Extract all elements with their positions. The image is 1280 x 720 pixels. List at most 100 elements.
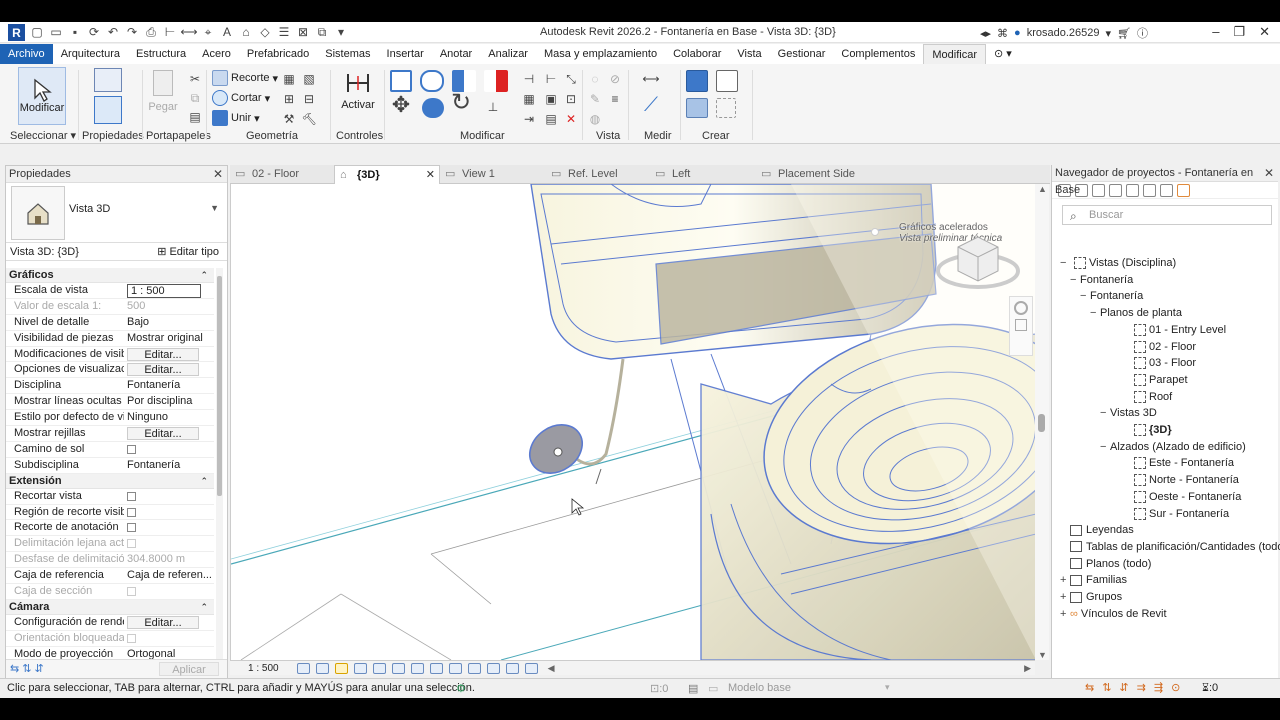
cut-geometry-button[interactable]: Cortar ▾ <box>212 90 270 106</box>
browser-node[interactable]: 01 - Entry Level <box>1124 322 1226 338</box>
property-value[interactable]: Fontanería <box>124 378 214 393</box>
sync-icon[interactable]: ⟳ <box>87 25 101 39</box>
view-tab[interactable]: ▭ 02 - Floor <box>230 165 334 184</box>
edit-button[interactable]: Editar... <box>127 347 199 361</box>
override-icon[interactable]: ⊘ <box>608 72 622 86</box>
split-face-icon[interactable]: ⊞ <box>282 92 296 106</box>
checkbox[interactable] <box>127 491 136 501</box>
worksets-icon[interactable]: ⚙ <box>456 682 466 695</box>
paint-icon[interactable]: ▧ <box>302 72 316 86</box>
demolish-icon[interactable]: ⚒ <box>282 112 296 126</box>
cut-icon[interactable]: ✂ <box>188 72 202 86</box>
create-assembly-icon[interactable] <box>686 70 708 92</box>
text-icon[interactable]: A <box>220 25 234 39</box>
property-value[interactable]: Editar... <box>124 426 214 441</box>
browser-node[interactable]: Tablas de planificación/Cantidades (todo… <box>1060 539 1280 555</box>
measure-icon[interactable]: ⊢ <box>163 25 177 39</box>
cope-button[interactable]: Recorte ▾ <box>212 70 278 86</box>
edit-type-button[interactable]: ⊞ Editar tipo <box>157 243 219 261</box>
browser-node[interactable]: 03 - Floor <box>1124 355 1196 371</box>
expand-icon[interactable]: + <box>1060 572 1070 588</box>
browser-search-input[interactable]: ⌕ Buscar <box>1062 205 1272 225</box>
collapse-icon[interactable]: ⌃ <box>200 474 208 489</box>
menu-tab-acero[interactable]: Acero <box>194 44 239 64</box>
menu-tab-masa-y-emplazamiento[interactable]: Masa y emplazamiento <box>536 44 665 64</box>
scale-icon[interactable]: ⤡ <box>564 72 578 86</box>
rotate-icon[interactable]: ↻ <box>451 91 471 115</box>
view-tab[interactable]: ▭ Left <box>650 165 756 184</box>
menu-tab-modificar[interactable]: Modificar <box>923 44 986 64</box>
wall-joins-icon[interactable]: ▦ <box>282 72 296 86</box>
chain-icon[interactable] <box>1177 183 1190 197</box>
3d-viewport[interactable]: Gráficos acelerados Vista preliminar téc… <box>230 184 1035 660</box>
menu-tab-estructura[interactable]: Estructura <box>128 44 194 64</box>
lock-icon[interactable]: ▤ <box>544 112 558 126</box>
section-icon[interactable]: ◇ <box>258 25 272 39</box>
browser-node[interactable]: {3D} <box>1124 422 1172 438</box>
property-value[interactable]: Ortogonal <box>124 647 214 660</box>
property-value[interactable] <box>124 489 214 504</box>
visual-style-icon[interactable] <box>315 662 329 674</box>
sheets-icon[interactable] <box>1092 183 1105 197</box>
properties-icon[interactable] <box>94 96 122 124</box>
menu-tab-sistemas[interactable]: Sistemas <box>317 44 378 64</box>
browser-node[interactable]: Leyendas <box>1060 522 1134 538</box>
browser-node[interactable]: Oeste - Fontanería <box>1124 489 1241 505</box>
temp-view-props-icon[interactable] <box>467 662 481 674</box>
group-label-seleccionar[interactable]: Seleccionar ▾ <box>10 129 76 142</box>
unpin-icon[interactable]: ⊡ <box>564 92 578 106</box>
redo-icon[interactable]: ↷ <box>125 25 139 39</box>
browser-node[interactable]: − Vistas 3D <box>1100 405 1157 421</box>
help-icon[interactable]: ⓘ <box>1137 25 1148 41</box>
groups-icon[interactable] <box>1143 183 1156 197</box>
contextual-tab-dropdown-icon[interactable]: ⊙ ▾ <box>986 44 1020 64</box>
temp-hide-icon[interactable] <box>429 662 443 674</box>
open-icon[interactable]: ▭ <box>49 25 63 39</box>
crop-view-icon[interactable] <box>372 662 386 674</box>
schedules-icon[interactable] <box>1109 183 1122 197</box>
edit-button[interactable]: Editar... <box>127 615 199 629</box>
close-tab-icon[interactable]: ✕ <box>426 166 435 185</box>
property-value[interactable]: Editar... <box>124 347 214 362</box>
browser-node[interactable]: Roof <box>1124 389 1172 405</box>
collapse-icon[interactable]: − <box>1070 272 1080 288</box>
cart-icon[interactable]: 🛒︎ <box>1117 27 1131 40</box>
property-value[interactable]: Por disciplina <box>124 394 214 409</box>
collapse-icon[interactable]: ⌃ <box>200 268 208 283</box>
copy-icon[interactable]: ⧉ <box>188 91 202 105</box>
user-icon[interactable]: ● <box>1014 27 1021 39</box>
filter-view-icon[interactable]: ≡ <box>608 92 622 106</box>
browser-node[interactable]: + Grupos <box>1060 589 1122 605</box>
aligned-dimension-icon[interactable]: ⟋ <box>638 95 664 115</box>
delete-icon[interactable]: ✕ <box>564 112 578 126</box>
collapse-icon[interactable]: − <box>1090 305 1100 321</box>
checkbox[interactable] <box>127 523 136 533</box>
browser-node[interactable]: 02 - Floor <box>1124 339 1196 355</box>
browser-node[interactable]: − Vistas (Disciplina) <box>1060 255 1176 271</box>
view-tab[interactable]: ▭ Placement Side <box>756 165 916 184</box>
model-dropdown-icon[interactable]: ▾ <box>885 682 890 693</box>
view-scale[interactable]: 1 : 500 <box>248 663 279 674</box>
property-value[interactable] <box>124 520 214 535</box>
reveal-constraints-icon[interactable] <box>524 662 538 674</box>
arrows-icon[interactable]: ◂▸ <box>980 27 991 40</box>
save-icon[interactable]: ▪ <box>68 25 82 39</box>
modify-button[interactable]: Modificar <box>18 67 66 125</box>
scale-input[interactable]: 1 : 500 <box>127 284 201 298</box>
browser-node[interactable]: + Familias <box>1060 572 1127 588</box>
create-parts-icon[interactable] <box>716 70 738 92</box>
customize-qat-icon[interactable]: ▾ <box>334 25 348 39</box>
close-browser-icon[interactable]: ✕ <box>1264 165 1274 182</box>
property-value[interactable] <box>124 442 214 457</box>
detail-level-icon[interactable] <box>296 662 310 674</box>
horizontal-scrollbar[interactable] <box>555 661 1134 676</box>
menu-tab-gestionar[interactable]: Gestionar <box>770 44 834 64</box>
similar-icon[interactable] <box>716 98 736 118</box>
browser-node[interactable]: − Fontanería <box>1080 288 1143 304</box>
browser-node[interactable]: Este - Fontanería <box>1124 455 1234 471</box>
binoculars-icon[interactable]: ⌘ <box>997 27 1008 40</box>
browser-node[interactable]: − Alzados (Alzado de edificio) <box>1100 439 1246 455</box>
property-value[interactable]: Fontanería <box>124 458 214 473</box>
property-section[interactable]: Extensión ⌃ <box>6 473 214 489</box>
view-tab[interactable]: ▭ Ref. Level <box>546 165 650 184</box>
